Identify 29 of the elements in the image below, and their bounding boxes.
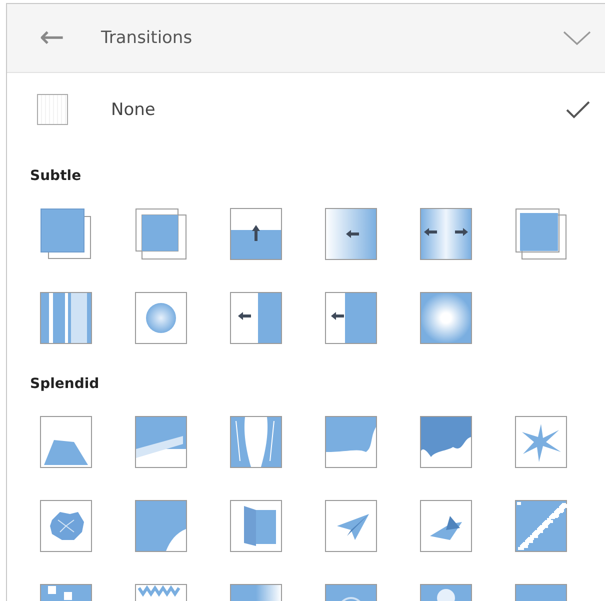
checkmark-icon <box>565 100 591 120</box>
none-option[interactable]: None <box>37 73 591 146</box>
stripes-icon[interactable] <box>40 292 92 344</box>
overlapping-squares-icon[interactable] <box>515 208 567 260</box>
arrow-up-icon[interactable] <box>230 208 282 260</box>
chevron-down-icon[interactable] <box>563 30 591 46</box>
open-book-icon[interactable] <box>230 500 282 552</box>
wave-icon[interactable] <box>325 416 377 468</box>
glow-icon[interactable] <box>420 292 472 344</box>
empty-square-icon <box>37 94 68 125</box>
overlapping-squares-icon[interactable] <box>135 208 187 260</box>
crumpled-paper-icon[interactable] <box>40 500 92 552</box>
arrow-left-icon[interactable] <box>325 292 377 344</box>
slanted-sheet-icon[interactable] <box>135 416 187 468</box>
overlapping-squares-icon[interactable] <box>40 208 92 260</box>
origami-icon[interactable] <box>420 500 472 552</box>
paper-plane-icon[interactable] <box>325 500 377 552</box>
page-corner-icon[interactable] <box>135 500 187 552</box>
burst-icon[interactable] <box>515 416 567 468</box>
pane-title: Transitions <box>101 28 194 48</box>
arrow-left-icon[interactable] <box>325 208 377 260</box>
arrow-left-icon[interactable] <box>230 292 282 344</box>
wave-icon[interactable] <box>420 416 472 468</box>
mosaic-icon[interactable] <box>515 500 567 552</box>
trapezoid-icon[interactable] <box>40 416 92 468</box>
curtains-icon[interactable] <box>230 416 282 468</box>
section-heading: Splendid <box>30 375 100 394</box>
section-heading: Subtle <box>30 167 82 186</box>
option-label: None <box>111 100 156 120</box>
